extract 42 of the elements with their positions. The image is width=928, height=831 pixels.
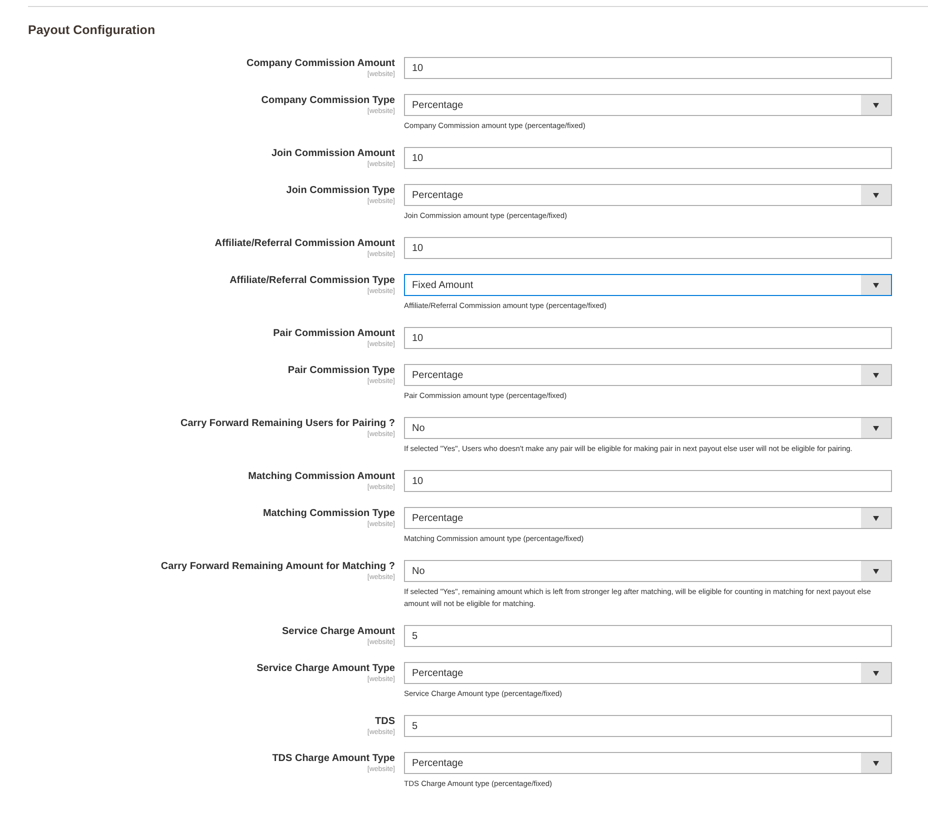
caret-icon (873, 516, 879, 520)
field-label: Carry Forward Remaining Amount for Matching ? (160, 561, 395, 573)
field-label: Affiliate/Referral Commission Amount (214, 238, 395, 250)
field-label: Pair Commission Type (288, 365, 395, 377)
text-input[interactable]: 10 (404, 57, 892, 79)
select-dropdown[interactable]: Percentage (404, 184, 892, 206)
field-label: Matching Commission Amount (248, 471, 395, 483)
text-input[interactable]: 10 (404, 147, 892, 169)
caret-icon (873, 372, 879, 378)
text-input[interactable]: 10 (404, 327, 892, 349)
field-label: Pair Commission Amount (273, 328, 395, 340)
caret-icon (873, 426, 879, 430)
text-input[interactable]: 10 (404, 470, 892, 492)
text-input[interactable]: 5 (404, 715, 892, 737)
caret-icon (873, 192, 879, 198)
field-label: TDS (375, 716, 395, 728)
section-title: Payout Configuration (28, 22, 156, 38)
field-label: Join Commission Amount (271, 148, 395, 160)
caret-icon (873, 282, 879, 288)
field-label: Service Charge Amount Type (256, 663, 395, 675)
select-dropdown[interactable]: Percentage (404, 364, 892, 386)
select-dropdown[interactable]: Percentage (404, 507, 892, 529)
field-label: Matching Commission Type (262, 508, 395, 520)
caret-icon (873, 102, 879, 108)
field-label: Carry Forward Remaining Users for Pairing ? (180, 418, 395, 430)
select-dropdown[interactable]: Percentage (404, 94, 892, 116)
select-dropdown[interactable]: Percentage (404, 662, 892, 684)
text-input[interactable]: 10 (404, 237, 892, 259)
caret-icon (873, 760, 879, 766)
select-dropdown[interactable]: Percentage (404, 752, 892, 774)
field-label: TDS Charge Amount Type (272, 753, 395, 765)
select-dropdown[interactable]: No (404, 417, 892, 439)
select-dropdown[interactable]: Fixed Amount (404, 274, 892, 296)
text-input[interactable]: 5 (404, 625, 892, 647)
field-label: Join Commission Type (286, 185, 395, 197)
select-dropdown[interactable]: No (404, 560, 892, 582)
field-label: Affiliate/Referral Commission Type (230, 275, 395, 287)
caret-icon (873, 568, 879, 574)
caret-icon (873, 670, 879, 676)
field-label: Service Charge Amount (282, 626, 395, 638)
field-label: Company Commission Type (261, 95, 395, 107)
field-label: Company Commission Amount (246, 58, 395, 70)
